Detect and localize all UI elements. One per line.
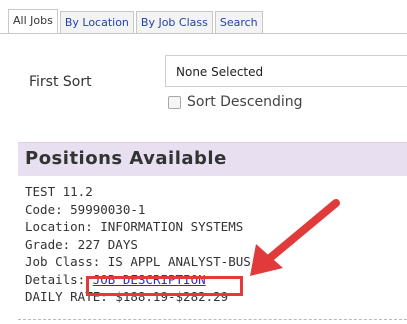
annotation-arrow-icon (250, 199, 340, 276)
tab-all-jobs[interactable]: All Jobs (8, 9, 58, 33)
listing-divider (18, 319, 407, 320)
